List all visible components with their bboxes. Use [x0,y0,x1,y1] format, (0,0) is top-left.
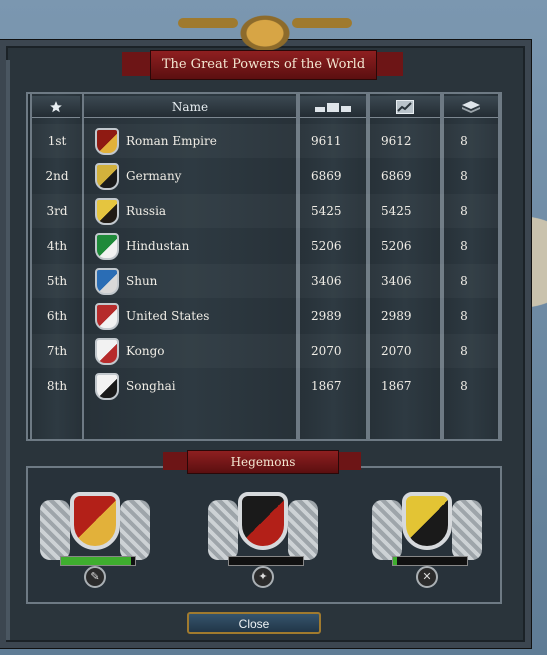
emblem-decoration-right [452,500,482,560]
score-bars-icon [315,103,351,112]
score-value: 2989 [311,309,342,323]
country-name[interactable]: Hindustan [126,239,189,253]
hegemon-crest-icon[interactable] [238,492,288,550]
banner-ribbon-right [373,52,403,76]
rank-label: 8th [46,379,68,393]
emblem-decoration-left [40,500,70,560]
table-row[interactable]: 5th Shun 3406 3406 8 [32,264,498,298]
modifier-value: 8 [460,169,468,183]
country-flag-icon[interactable] [95,337,119,365]
country-name[interactable]: Songhai [126,379,176,393]
ornament-right [292,18,352,28]
country-flag-icon[interactable] [95,162,119,190]
score-header[interactable] [300,96,366,118]
score-value: 3406 [311,274,342,288]
country-flag-icon[interactable] [95,372,119,400]
table-row[interactable]: 7th Kongo 2070 2070 8 [32,334,498,368]
table-row[interactable]: 3rd Russia 5425 5425 8 [32,194,498,228]
score-value: 9611 [311,134,342,148]
window-title: The Great Powers of the World [150,50,377,80]
country-name[interactable]: Russia [126,204,166,218]
table-row[interactable]: 4th Hindustan 5206 5206 8 [32,229,498,263]
score-value: 5425 [311,204,342,218]
hegemony-progress-fill [393,557,397,565]
modifier-value: 8 [460,239,468,253]
modifier-value: 8 [460,379,468,393]
modifier-value: 8 [460,134,468,148]
rank-label: 4th [46,239,68,253]
table-row[interactable]: 2nd Germany 6869 6869 8 [32,159,498,193]
rank-label: 3rd [46,204,68,218]
naval-hegemony-icon: ✦ [252,566,274,588]
rank-label: 6th [46,309,68,323]
emblem-decoration-right [120,500,150,560]
score-value: 6869 [311,169,342,183]
trend-value: 1867 [381,379,412,393]
hegemon-crest-icon[interactable] [70,492,120,550]
hegemon-emblem[interactable]: ✎ [36,482,154,588]
country-flag-icon[interactable] [95,267,119,295]
hegemon-emblem[interactable]: ✦ [204,482,322,588]
country-flag-icon[interactable] [95,127,119,155]
fleur-ornament-icon [230,8,300,50]
country-name[interactable]: Shun [126,274,157,288]
emblem-decoration-right [288,500,318,560]
stacked-layer-icon [462,101,480,113]
country-flag-icon[interactable] [95,232,119,260]
emblem-decoration-left [372,500,402,560]
hegemony-progress-bar [60,556,136,566]
country-name[interactable]: Roman Empire [126,134,217,148]
frame-edge-left [6,60,10,640]
star-icon [50,101,62,113]
hegemons-ribbon-left [163,452,189,470]
economic-hegemony-icon: ✎ [84,566,106,588]
hegemony-progress-bar [228,556,304,566]
modifier-value: 8 [460,204,468,218]
rank-header[interactable] [32,96,80,118]
rank-label: 5th [46,274,68,288]
emblem-decoration-left [208,500,238,560]
hegemon-crest-icon[interactable] [402,492,452,550]
military-hegemony-icon: ✕ [416,566,438,588]
country-flag-icon[interactable] [95,302,119,330]
trend-value: 5206 [381,239,412,253]
rank-label: 2nd [45,169,69,183]
country-flag-icon[interactable] [95,197,119,225]
trend-value: 5425 [381,204,412,218]
trend-header[interactable] [370,96,440,118]
table-row[interactable]: 6th United States 2989 2989 8 [32,299,498,333]
trend-value: 2070 [381,344,412,358]
table-row[interactable]: 1st Roman Empire 9611 9612 8 [32,124,498,158]
rank-label: 7th [46,344,68,358]
rank-label: 1st [47,134,67,148]
hegemons-title: Hegemons [187,450,339,474]
modifier-header[interactable] [444,96,498,118]
ornament-left [178,18,238,28]
trend-value: 9612 [381,134,412,148]
hegemon-emblem[interactable]: ✕ [368,482,486,588]
country-name[interactable]: Germany [126,169,181,183]
close-button[interactable]: Close [187,612,321,634]
country-name[interactable]: United States [126,309,209,323]
trend-value: 2989 [381,309,412,323]
score-value: 2070 [311,344,342,358]
hegemony-progress-bar [392,556,468,566]
great-powers-table: Name 1st Roman Empire 9611 9612 8 2nd Germany 6… [26,92,502,441]
trend-value: 6869 [381,169,412,183]
modifier-value: 8 [460,274,468,288]
modifier-value: 8 [460,309,468,323]
score-value: 5206 [311,239,342,253]
trend-chart-icon [396,100,414,114]
modifier-value: 8 [460,344,468,358]
banner-ribbon-left [122,52,152,76]
country-name[interactable]: Kongo [126,344,165,358]
table-row[interactable]: 8th Songhai 1867 1867 8 [32,369,498,403]
trend-value: 3406 [381,274,412,288]
hegemony-progress-fill [61,557,132,565]
score-value: 1867 [311,379,342,393]
name-header[interactable]: Name [84,96,296,118]
